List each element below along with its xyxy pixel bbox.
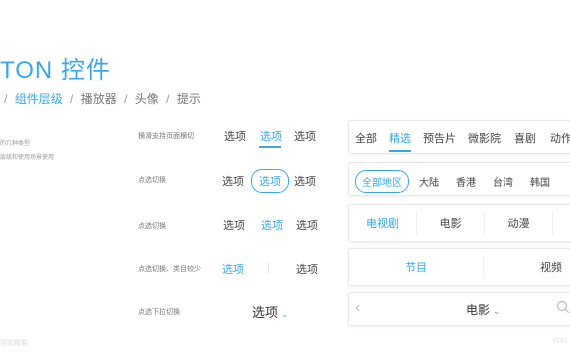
nav-bar: ‹ 电影 ⌄ xyxy=(348,292,570,326)
option-selected-pill[interactable]: 选项 xyxy=(251,169,289,193)
segment-control: 电视剧 电影 动漫 xyxy=(348,204,570,242)
footer-watermark: 視覚概覧 xyxy=(0,340,28,347)
segment-videos[interactable]: 视频 xyxy=(484,249,570,285)
tab-action[interactable]: 动作 xyxy=(550,130,570,146)
breadcrumb-separator: / xyxy=(124,92,128,106)
page-title: TON 控件 xyxy=(0,57,111,84)
breadcrumb-separator: / xyxy=(166,92,170,106)
tab-trailers[interactable]: 预告片 xyxy=(423,130,456,146)
option[interactable]: 选项 xyxy=(224,128,246,144)
region-taiwan[interactable]: 台湾 xyxy=(493,174,513,189)
divider xyxy=(552,211,553,235)
breadcrumb-item-avatar[interactable]: 头像 xyxy=(135,92,159,106)
segment-anime[interactable]: 动漫 xyxy=(485,205,552,241)
segment-control-two: 节目 视频 xyxy=(348,248,570,286)
dropdown-value: 选项 xyxy=(252,305,279,320)
region-mainland[interactable]: 大陆 xyxy=(419,174,439,189)
row-label: 点选切换 xyxy=(138,177,166,184)
option[interactable]: 选项 xyxy=(294,173,316,189)
tabs-bar: 全部 精选 预告片 微影院 喜剧 动作 xyxy=(348,120,570,154)
row-label: 点选切换 xyxy=(138,223,166,230)
option[interactable]: 选项 xyxy=(296,217,318,233)
dropdown-select[interactable]: 选项 ⌄ xyxy=(252,302,289,321)
region-hongkong[interactable]: 香港 xyxy=(456,174,476,189)
row-label: 点选下拉切换 xyxy=(138,309,180,316)
description-note: 层级和使用场景使用 xyxy=(0,155,55,161)
option[interactable]: 选项 xyxy=(294,128,316,144)
active-underline xyxy=(259,146,281,148)
tab-all[interactable]: 全部 xyxy=(355,130,377,146)
description-note: 的几种类型 xyxy=(0,141,31,147)
option[interactable]: 选项 xyxy=(296,261,318,277)
segment-movie[interactable]: 电影 xyxy=(417,205,484,241)
region-filter: 全部地区 大陆 香港 台湾 韩国 xyxy=(348,162,570,196)
option-selected[interactable]: 选项 xyxy=(260,128,282,144)
option-selected[interactable]: 选项 xyxy=(222,261,244,277)
active-underline xyxy=(389,150,411,152)
breadcrumb-item-tips[interactable]: 提示 xyxy=(177,92,201,106)
option-selected[interactable]: 选项 xyxy=(261,217,283,233)
divider xyxy=(268,262,269,274)
nav-title: 电影 xyxy=(466,303,491,317)
region-korea[interactable]: 韩国 xyxy=(530,174,550,189)
tab-featured[interactable]: 精选 xyxy=(389,130,411,146)
row-label: 点选切换、类目较少 xyxy=(138,266,201,273)
breadcrumb: / 组件层级 / 播放器 / 头像 / 提示 xyxy=(0,90,201,107)
chevron-down-icon: ⌄ xyxy=(493,306,501,316)
option[interactable]: 选项 xyxy=(223,217,245,233)
segment-tv[interactable]: 电视剧 xyxy=(349,205,416,241)
breadcrumb-item-components[interactable]: 组件层级 xyxy=(15,92,63,106)
breadcrumb-separator: / xyxy=(70,92,74,106)
breadcrumb-separator: / xyxy=(4,92,8,106)
region-all[interactable]: 全部地区 xyxy=(355,170,409,193)
search-icon[interactable] xyxy=(556,300,570,319)
tab-micro-cinema[interactable]: 微影院 xyxy=(468,130,501,146)
footer-watermark: YOU xyxy=(552,338,568,345)
breadcrumb-item-player[interactable]: 播放器 xyxy=(81,92,117,106)
nav-title-dropdown[interactable]: 电影 ⌄ xyxy=(466,301,501,318)
option[interactable]: 选项 xyxy=(222,173,244,189)
row-label: 横滑支持页面横切 xyxy=(138,133,194,140)
back-icon[interactable]: ‹ xyxy=(355,299,360,317)
chevron-down-icon: ⌄ xyxy=(281,309,289,319)
tab-comedy[interactable]: 喜剧 xyxy=(514,130,536,146)
segment-programs[interactable]: 节目 xyxy=(349,249,483,285)
